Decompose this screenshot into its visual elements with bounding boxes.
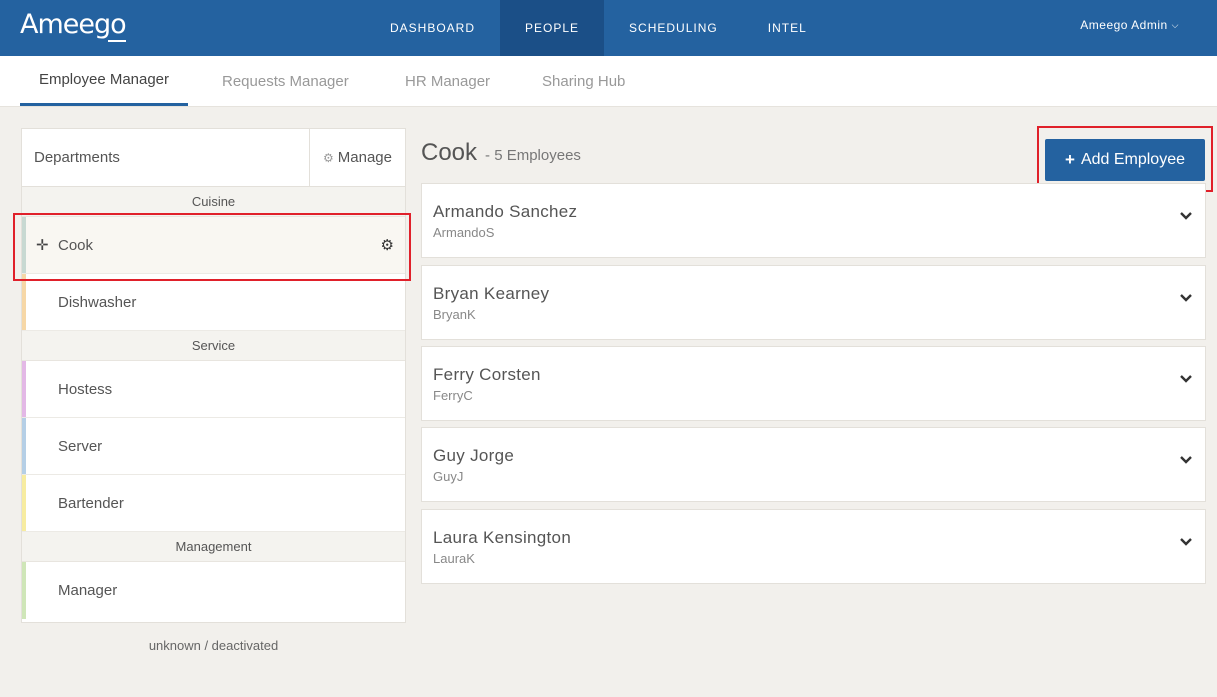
page-title: Cook - 5 Employees — [421, 139, 581, 167]
department-color-stripe — [22, 475, 26, 531]
selected-department-title: Cook — [421, 139, 478, 166]
logo[interactable]: Ameego — [20, 9, 127, 40]
department-item-server[interactable]: Server — [22, 418, 405, 475]
departments-panel: Departments ⚙ Manage Cuisine ✛ Cook ⚙ Di… — [21, 128, 406, 623]
gear-icon: ⚙ — [323, 150, 334, 165]
employee-username: ArmandoS — [433, 225, 495, 240]
unknown-deactivated-link[interactable]: unknown / deactivated — [21, 638, 406, 653]
add-employee-label: Add Employee — [1080, 151, 1185, 168]
employee-username: FerryC — [433, 388, 473, 403]
tab-sharing-hub[interactable]: Sharing Hub — [542, 56, 625, 107]
department-color-stripe — [22, 361, 26, 417]
department-item-hostess[interactable]: Hostess — [22, 361, 405, 418]
employee-username: LauraK — [433, 551, 475, 566]
group-header-service: Service — [22, 331, 405, 361]
user-menu[interactable]: Ameego Admin ⌵ — [1080, 0, 1179, 50]
employee-card[interactable]: Ferry Corsten FerryC — [421, 346, 1206, 421]
employee-name: Ferry Corsten — [433, 365, 541, 384]
employee-card[interactable]: Armando Sanchez ArmandoS — [421, 183, 1206, 258]
department-label: Manager — [58, 582, 118, 599]
tab-requests-manager[interactable]: Requests Manager — [222, 56, 349, 107]
employee-card[interactable]: Laura Kensington LauraK — [421, 509, 1206, 584]
tab-employee-manager[interactable]: Employee Manager — [20, 56, 188, 106]
subnav: Employee Manager Requests Manager HR Man… — [0, 56, 1217, 107]
department-item-manager[interactable]: Manager — [22, 562, 405, 619]
employee-name: Laura Kensington — [433, 528, 572, 547]
logo-underline — [108, 40, 126, 42]
nav-scheduling[interactable]: SCHEDULING — [604, 0, 743, 56]
department-color-stripe — [22, 418, 26, 474]
employee-card[interactable]: Guy Jorge GuyJ — [421, 427, 1206, 502]
department-item-bartender[interactable]: Bartender — [22, 475, 405, 532]
department-label: Hostess — [58, 380, 113, 398]
department-label: Dishwasher — [58, 293, 137, 311]
employee-count: - 5 Employees — [485, 147, 581, 164]
chevron-down-icon[interactable] — [1178, 290, 1194, 306]
employee-name: Guy Jorge — [433, 446, 515, 465]
user-menu-label: Ameego Admin — [1080, 18, 1168, 32]
manage-label: Manage — [337, 149, 392, 166]
employee-name: Bryan Kearney — [433, 284, 550, 303]
department-label: Server — [58, 437, 103, 455]
department-color-stripe — [22, 562, 26, 619]
chevron-down-icon[interactable] — [1178, 208, 1194, 224]
chevron-down-icon[interactable] — [1178, 371, 1194, 387]
nav-people[interactable]: PEOPLE — [500, 0, 605, 56]
department-item-dishwasher[interactable]: Dishwasher — [22, 274, 405, 331]
manage-departments-button[interactable]: ⚙ Manage — [309, 129, 405, 186]
employee-username: GuyJ — [433, 469, 464, 484]
employee-name: Armando Sanchez — [433, 202, 578, 221]
main-nav: DASHBOARD PEOPLE SCHEDULING INTEL — [365, 0, 832, 56]
plus-icon: + — [1065, 150, 1075, 169]
nav-intel[interactable]: INTEL — [743, 0, 832, 56]
chevron-down-icon[interactable] — [1178, 452, 1194, 468]
top-navbar: Ameego DASHBOARD PEOPLE SCHEDULING INTEL… — [0, 0, 1217, 56]
employee-username: BryanK — [433, 307, 476, 322]
nav-dashboard[interactable]: DASHBOARD — [365, 0, 500, 56]
department-label: Bartender — [58, 494, 124, 512]
department-color-stripe — [22, 274, 26, 330]
add-employee-button[interactable]: + Add Employee — [1045, 139, 1205, 181]
departments-title: Departments — [34, 149, 120, 166]
chevron-down-icon[interactable] — [1178, 534, 1194, 550]
highlight-box-cook — [13, 213, 411, 281]
employee-card[interactable]: Bryan Kearney BryanK — [421, 265, 1206, 340]
tab-hr-manager[interactable]: HR Manager — [405, 56, 490, 107]
chevron-down-icon: ⌵ — [1171, 19, 1179, 30]
group-header-management: Management — [22, 532, 405, 562]
departments-header: Departments ⚙ Manage — [22, 129, 405, 187]
